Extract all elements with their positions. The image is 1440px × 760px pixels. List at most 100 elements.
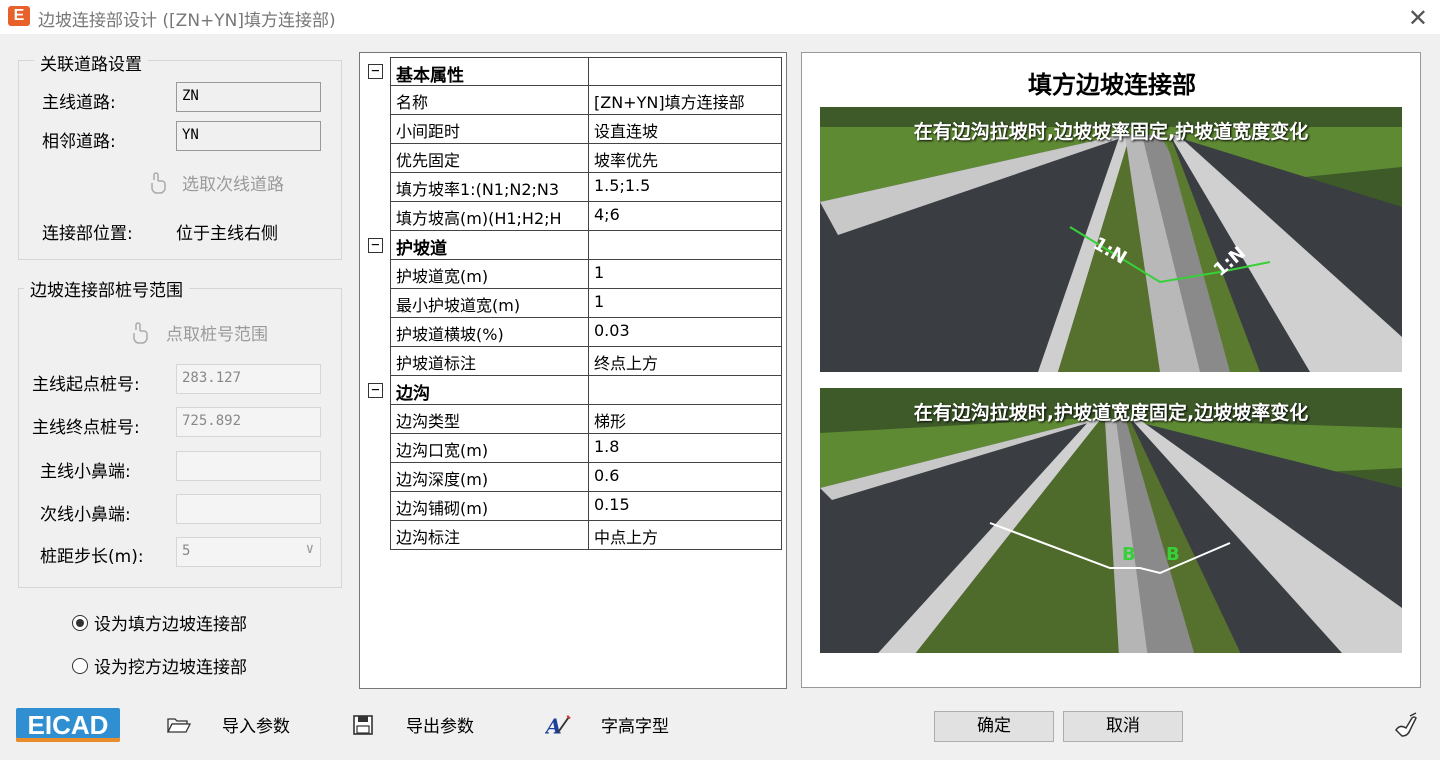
pick-station-range-label: 点取桩号范围 bbox=[166, 325, 268, 345]
radio-checked-icon bbox=[72, 614, 88, 631]
property-name: 名称 bbox=[390, 86, 588, 115]
adjacent-road-label: 相邻道路: bbox=[42, 132, 116, 152]
cut-slope-radio[interactable]: 设为挖方边坡连接部 bbox=[72, 653, 247, 678]
property-row[interactable]: 填方坡高(m)(H1;H2;H 4;6 bbox=[360, 202, 782, 231]
sub-nose-field[interactable] bbox=[176, 494, 321, 524]
property-name: 填方坡率1:(N1;N2;N3 bbox=[390, 173, 588, 202]
property-row[interactable]: 护坡道宽(m) 1 bbox=[360, 260, 782, 289]
fill-slope-radio-label: 设为填方边坡连接部 bbox=[94, 615, 247, 635]
property-name: 边沟标注 bbox=[390, 521, 588, 550]
property-name: 边沟口宽(m) bbox=[390, 434, 588, 463]
property-grid[interactable]: − 基本属性 名称 [ZN+YN]填方连接部 小间距时 设直连坡 优先固定 坡率优先 填方坡率1… bbox=[359, 52, 787, 689]
font-style-button[interactable]: A 字高字型 bbox=[545, 712, 669, 737]
property-value[interactable]: 1.5;1.5 bbox=[588, 173, 782, 202]
main-nose-label: 主线小鼻端: bbox=[40, 462, 131, 482]
collapse-icon[interactable]: − bbox=[368, 383, 383, 398]
top-scene-caption: 在有边沟拉坡时,边坡坡率固定,护坡道宽度变化 bbox=[913, 121, 1309, 143]
property-row[interactable]: 最小护坡道宽(m) 1 bbox=[360, 289, 782, 318]
property-row[interactable]: 填方坡率1:(N1;N2;N3 1.5;1.5 bbox=[360, 173, 782, 202]
property-row[interactable]: 优先固定 坡率优先 bbox=[360, 144, 782, 173]
property-row[interactable]: 边沟口宽(m) 1.8 bbox=[360, 434, 782, 463]
cancel-button[interactable]: 取消 bbox=[1063, 711, 1183, 742]
property-value[interactable]: 4;6 bbox=[588, 202, 782, 231]
property-value[interactable]: 1.8 bbox=[588, 434, 782, 463]
start-station-field[interactable]: 283.127 bbox=[176, 364, 321, 394]
property-value[interactable]: 坡率优先 bbox=[588, 144, 782, 173]
preview-image-bottom: B B 在有边沟拉坡时,护坡道宽度固定,边坡坡率变化 bbox=[820, 388, 1402, 653]
start-station-label: 主线起点桩号: bbox=[32, 375, 140, 395]
property-row[interactable]: 护坡道横坡(%) 0.03 bbox=[360, 318, 782, 347]
property-category-row[interactable]: − 护坡道 bbox=[360, 231, 782, 260]
property-name: 小间距时 bbox=[390, 115, 588, 144]
property-value[interactable]: [ZN+YN]填方连接部 bbox=[588, 86, 782, 115]
property-value[interactable]: 0.6 bbox=[588, 463, 782, 492]
property-row[interactable]: 小间距时 设直连坡 bbox=[360, 115, 782, 144]
main-nose-field[interactable] bbox=[176, 451, 321, 481]
property-name: 护坡道 bbox=[390, 231, 588, 260]
property-name: 填方坡高(m)(H1;H2;H bbox=[390, 202, 588, 231]
property-category-row[interactable]: − 边沟 bbox=[360, 376, 782, 405]
pick-secondary-road-button[interactable]: 选取次线道路 bbox=[148, 170, 284, 195]
property-row[interactable]: 名称 [ZN+YN]填方连接部 bbox=[360, 86, 782, 115]
property-row[interactable]: 边沟深度(m) 0.6 bbox=[360, 463, 782, 492]
property-name: 边沟 bbox=[390, 376, 588, 405]
export-params-button[interactable]: 导出参数 bbox=[350, 712, 474, 737]
property-category-row[interactable]: − 基本属性 bbox=[360, 57, 782, 86]
ok-button[interactable]: 确定 bbox=[934, 711, 1054, 742]
collapse-icon[interactable]: − bbox=[368, 238, 383, 253]
station-step-select[interactable]: 5 ∨ bbox=[176, 537, 321, 567]
property-name: 边沟铺砌(m) bbox=[390, 492, 588, 521]
adjacent-road-field[interactable]: YN bbox=[176, 121, 321, 151]
station-range-title: 边坡连接部桩号范围 bbox=[24, 276, 189, 301]
end-station-label: 主线终点桩号: bbox=[32, 418, 140, 438]
property-value[interactable]: 1 bbox=[588, 289, 782, 318]
bottom-scene-caption: 在有边沟拉坡时,护坡道宽度固定,边坡坡率变化 bbox=[913, 402, 1309, 424]
property-row[interactable]: 边沟类型 梯形 bbox=[360, 405, 782, 434]
svg-text:A: A bbox=[545, 714, 562, 737]
property-name: 护坡道横坡(%) bbox=[390, 318, 588, 347]
pointer-hand-icon bbox=[151, 171, 166, 194]
chevron-down-icon: ∨ bbox=[305, 541, 314, 557]
import-params-button[interactable]: 导入参数 bbox=[166, 712, 290, 737]
property-value[interactable]: 中点上方 bbox=[588, 521, 782, 550]
property-value[interactable]: 0.15 bbox=[588, 492, 782, 521]
property-name: 最小护坡道宽(m) bbox=[390, 289, 588, 318]
property-value[interactable]: 1 bbox=[588, 260, 782, 289]
property-name: 边沟类型 bbox=[390, 405, 588, 434]
export-params-label: 导出参数 bbox=[406, 717, 474, 737]
property-name: 优先固定 bbox=[390, 144, 588, 173]
collapse-icon[interactable]: − bbox=[368, 64, 383, 79]
station-step-label: 桩距步长(m): bbox=[40, 547, 144, 567]
station-step-value: 5 bbox=[182, 543, 191, 559]
folder-open-icon bbox=[166, 713, 192, 737]
preview-title: 填方边坡连接部 bbox=[1028, 71, 1196, 99]
road-settings-title: 关联道路设置 bbox=[34, 50, 148, 75]
title-bar: E 边坡连接部设计 ([ZN+YN]填方连接部) ✕ bbox=[0, 0, 1440, 34]
fill-slope-radio[interactable]: 设为填方边坡连接部 bbox=[72, 610, 247, 635]
font-style-label: 字高字型 bbox=[601, 717, 669, 737]
pointer-hand-icon bbox=[133, 321, 148, 344]
property-value[interactable]: 终点上方 bbox=[588, 347, 782, 376]
junction-position-value: 位于主线右侧 bbox=[176, 224, 278, 244]
end-station-field[interactable]: 725.892 bbox=[176, 407, 321, 437]
property-row[interactable]: 护坡道标注 终点上方 bbox=[360, 347, 782, 376]
property-value[interactable]: 梯形 bbox=[588, 405, 782, 434]
property-value[interactable]: 设直连坡 bbox=[588, 115, 782, 144]
main-road-field[interactable]: ZN bbox=[176, 82, 321, 112]
property-name: 边沟深度(m) bbox=[390, 463, 588, 492]
bottom-width-mark-right: B bbox=[1166, 544, 1180, 565]
cut-slope-radio-label: 设为挖方边坡连接部 bbox=[94, 658, 247, 678]
pick-station-range-button[interactable]: 点取桩号范围 bbox=[130, 320, 268, 345]
window-title: 边坡连接部设计 ([ZN+YN]填方连接部) bbox=[38, 11, 336, 31]
property-row[interactable]: 边沟铺砌(m) 0.15 bbox=[360, 492, 782, 521]
close-icon[interactable]: ✕ bbox=[1408, 4, 1428, 32]
sub-nose-label: 次线小鼻端: bbox=[40, 505, 131, 525]
pick-secondary-road-label: 选取次线道路 bbox=[182, 175, 284, 195]
property-value bbox=[588, 376, 782, 405]
property-value bbox=[588, 57, 782, 86]
bottom-width-mark-left: B bbox=[1122, 544, 1136, 565]
property-value[interactable]: 0.03 bbox=[588, 318, 782, 347]
help-pointer-icon[interactable] bbox=[1392, 712, 1420, 738]
property-row[interactable]: 边沟标注 中点上方 bbox=[360, 521, 782, 550]
text-style-icon: A bbox=[545, 713, 571, 737]
